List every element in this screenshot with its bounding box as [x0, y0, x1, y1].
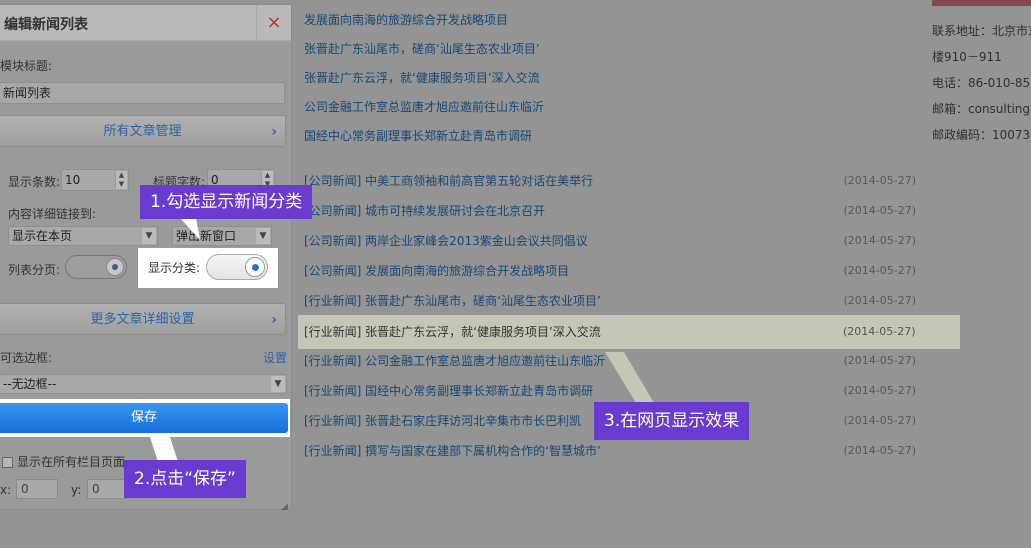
callout-step-2: 2.点击“保存”: [124, 460, 246, 498]
callout-1-pointer: [180, 218, 200, 240]
callout-2-pointer: [150, 437, 178, 462]
callout-step-1: 1.勾选显示新闻分类: [140, 185, 313, 219]
callout-step-3: 3.在网页显示效果: [594, 402, 750, 440]
callout-3-pointer: [605, 352, 654, 403]
